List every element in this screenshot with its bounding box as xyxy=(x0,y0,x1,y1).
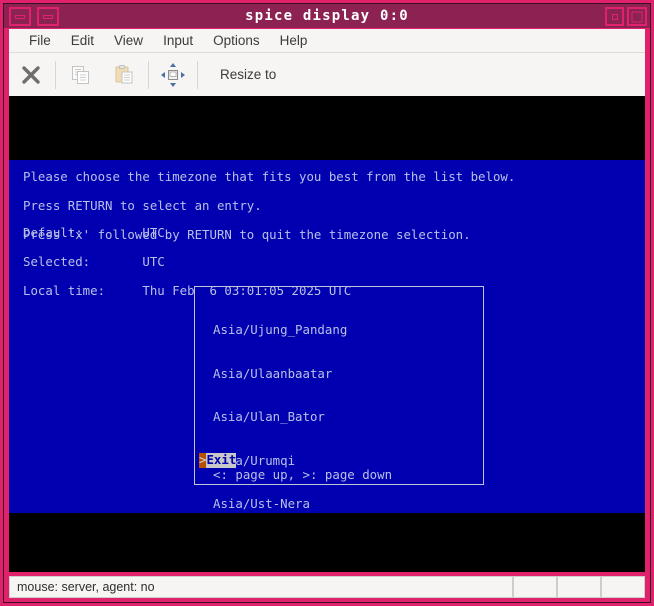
client-area: File Edit View Input Options Help xyxy=(9,29,645,572)
menu-options[interactable]: Options xyxy=(203,31,270,50)
window-menu-button[interactable] xyxy=(9,7,31,26)
menu-file[interactable]: File xyxy=(19,31,61,50)
minimize-button[interactable] xyxy=(37,7,59,26)
resize-button[interactable] xyxy=(151,53,195,96)
spice-client-window: spice display 0:0 File Edit View Input O… xyxy=(0,0,654,606)
paging-hint: <: page up, >: page down xyxy=(213,468,392,483)
intro-line-1: Please choose the timezone that fits you… xyxy=(23,170,515,185)
copy-icon xyxy=(68,63,92,87)
toolbar-separator xyxy=(55,61,56,89)
list-item[interactable]: Asia/Ust-Nera xyxy=(213,497,347,512)
default-timezone-line: Default: UTC xyxy=(23,226,351,241)
menu-view[interactable]: View xyxy=(104,31,153,50)
maximize-icon xyxy=(632,11,643,22)
x-icon xyxy=(20,64,42,86)
restore-icon xyxy=(612,14,618,20)
paste-button[interactable] xyxy=(102,53,146,96)
fullscreen-icon xyxy=(160,62,186,88)
intro-line-2: Press RETURN to select an entry. xyxy=(23,199,515,214)
selection-cursor-icon: > xyxy=(199,453,206,468)
paste-icon xyxy=(112,63,136,87)
status-mouse-mode: mouse: server, agent: no xyxy=(9,576,513,598)
status-panel-2 xyxy=(513,576,557,598)
list-item[interactable]: Asia/Ujung_Pandang xyxy=(213,323,347,338)
window-title: spice display 0:0 xyxy=(4,4,650,28)
maximize-button[interactable] xyxy=(627,7,647,26)
list-item[interactable]: Asia/Ulaanbaatar xyxy=(213,367,347,382)
timezone-list-box[interactable]: Asia/Ujung_Pandang Asia/Ulaanbaatar Asia… xyxy=(194,286,484,485)
menu-edit[interactable]: Edit xyxy=(61,31,104,50)
copy-button[interactable] xyxy=(58,53,102,96)
resize-to-label[interactable]: Resize to xyxy=(220,67,276,82)
restore-button[interactable] xyxy=(605,7,624,26)
minimize-icon xyxy=(15,15,25,19)
exit-list-item[interactable]: >Exit xyxy=(199,453,236,468)
tool-bar: Resize to xyxy=(9,53,645,96)
exit-label: Exit xyxy=(206,453,236,468)
menu-help[interactable]: Help xyxy=(270,31,318,50)
selected-timezone-line: Selected: UTC xyxy=(23,255,351,270)
title-bar[interactable]: spice display 0:0 xyxy=(4,4,650,28)
toolbar-separator xyxy=(197,61,198,89)
menu-input[interactable]: Input xyxy=(153,31,203,50)
minimize-icon xyxy=(43,15,53,19)
status-panel-3 xyxy=(557,576,601,598)
status-bar: mouse: server, agent: no xyxy=(9,576,645,598)
menu-bar: File Edit View Input Options Help xyxy=(9,29,645,53)
spice-display-canvas[interactable]: Please choose the timezone that fits you… xyxy=(9,96,645,572)
list-item[interactable]: Asia/Ulan_Bator xyxy=(213,410,347,425)
status-panel-4 xyxy=(601,576,645,598)
guest-terminal: Please choose the timezone that fits you… xyxy=(9,160,645,513)
toolbar-separator xyxy=(148,61,149,89)
disconnect-button[interactable] xyxy=(9,53,53,96)
